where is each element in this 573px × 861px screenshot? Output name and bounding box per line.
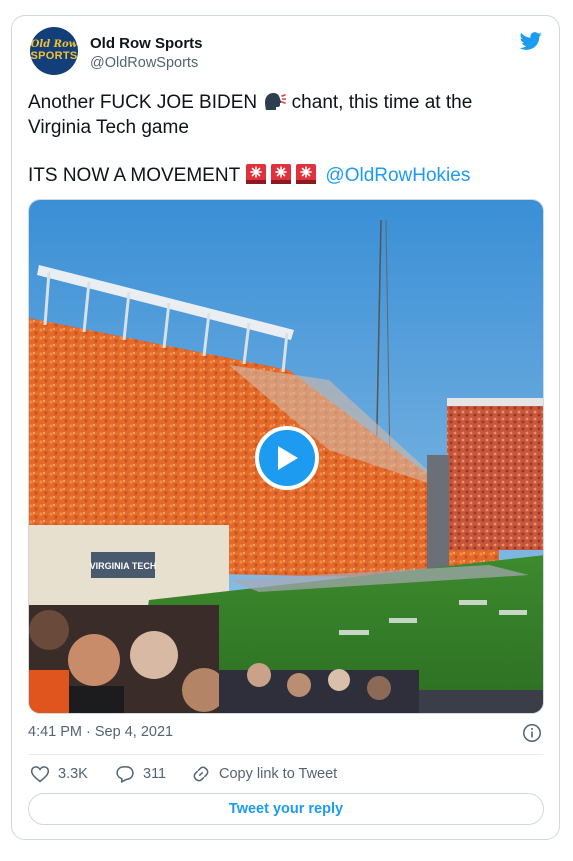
video-player[interactable]: VIRGINIA TECH	[28, 199, 544, 714]
play-icon	[278, 446, 298, 470]
link-icon	[193, 766, 209, 782]
play-button[interactable]	[255, 426, 319, 490]
tweet-text-segment: ITS NOW A MOVEMENT	[28, 165, 246, 186]
tweet-text-line-3: ITS NOW A MOVEMENT @OldRowHokies	[28, 163, 470, 188]
siren-emoji	[296, 164, 317, 184]
tweet-text-line-2: Virginia Tech game	[28, 117, 189, 138]
siren-emoji	[246, 164, 267, 184]
tweet-timestamp[interactable]: 4:41 PM · Sep 4, 2021	[28, 724, 173, 740]
tweet-your-reply-button[interactable]: Tweet your reply	[28, 793, 544, 825]
twitter-bird-icon[interactable]	[518, 30, 544, 52]
author-handle[interactable]: @OldRowSports	[90, 55, 198, 71]
tweet-card: Old Row SPORTS Old Row Sports @OldRowSpo…	[11, 15, 560, 840]
heart-icon	[30, 766, 50, 783]
stadium-banner: VIRGINIA TECH	[90, 561, 157, 571]
reply-bubble-icon	[116, 766, 134, 783]
siren-emoji	[271, 164, 292, 184]
tweet-text-segment: chant, this time at the	[286, 92, 473, 113]
like-count: 3.3K	[58, 766, 88, 782]
like-button[interactable]: 3.3K	[30, 764, 88, 784]
info-icon[interactable]	[522, 723, 542, 743]
avatar[interactable]: Old Row SPORTS	[30, 27, 78, 75]
avatar-logo-subtext: SPORTS	[30, 50, 78, 62]
reply-count-button[interactable]: 311	[115, 764, 166, 784]
copy-link-label: Copy link to Tweet	[219, 766, 338, 782]
mention-link[interactable]: @OldRowHokies	[325, 165, 470, 186]
tweet-text-segment: Another FUCK JOE BIDEN	[28, 92, 263, 113]
copy-link-button[interactable]: Copy link to Tweet	[191, 764, 337, 784]
reply-count: 311	[143, 766, 167, 782]
divider	[28, 754, 543, 755]
author-name[interactable]: Old Row Sports	[90, 35, 203, 52]
avatar-logo-text: Old Row	[30, 39, 78, 50]
tweet-text-line-1: Another FUCK JOE BIDEN chant, this time …	[28, 90, 472, 115]
speaking-head-emoji	[265, 93, 287, 110]
